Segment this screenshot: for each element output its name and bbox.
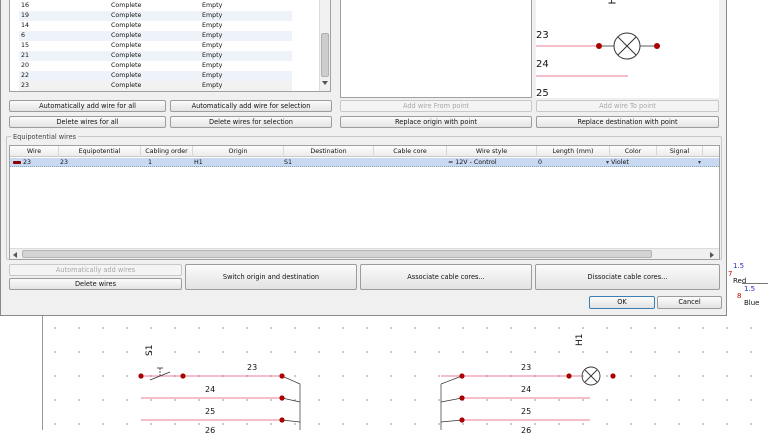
- list-item[interactable]: 22 Complete Empty: [19, 71, 292, 81]
- scrollbar-thumb[interactable]: [22, 250, 652, 258]
- schematic-wire-number: 25: [521, 407, 532, 416]
- list-item[interactable]: 15 Complete Empty: [19, 41, 292, 51]
- auto-add-wires-button[interactable]: Automatically add wires: [9, 264, 182, 276]
- column-header[interactable]: Wire style: [447, 146, 537, 157]
- schematic-wire-number: 25: [205, 407, 216, 416]
- scroll-left-arrow-icon[interactable]: [13, 252, 17, 258]
- origin-preview: [340, 0, 532, 98]
- left-component-label: S1: [145, 344, 155, 356]
- scroll-right-arrow-icon[interactable]: [710, 252, 714, 258]
- schematic-wiring: [138, 366, 616, 430]
- replace-destination-button[interactable]: Replace destination with point: [536, 116, 719, 128]
- cell-origin: H1: [194, 159, 203, 166]
- ok-button[interactable]: OK: [589, 296, 655, 309]
- add-to-point-button[interactable]: Add wire To point: [536, 100, 719, 112]
- side-wire-line: [742, 283, 768, 284]
- auto-add-all-button[interactable]: Automatically add wire for all: [9, 100, 166, 112]
- wire-editor-dialog: 16 Complete Empty 19 Complete Empty 14 Comple…: [0, 0, 727, 316]
- auto-add-selection-button[interactable]: Automatically add wire for selection: [170, 100, 332, 112]
- column-header[interactable]: Color: [610, 146, 657, 157]
- add-from-point-button[interactable]: Add wire From point: [340, 100, 532, 112]
- list-item[interactable]: 19 Complete Empty: [19, 11, 292, 21]
- list-item[interactable]: 21 Complete Empty: [19, 51, 292, 61]
- equipotential-group-label: Equipotential wires: [11, 133, 79, 141]
- wire-core-number: 7: [728, 270, 733, 278]
- cell-color[interactable]: Violet: [611, 158, 629, 167]
- preview-wire-number: 23: [536, 30, 549, 41]
- wire-core-number: 8: [737, 292, 742, 300]
- cell-length[interactable]: 0: [538, 158, 542, 167]
- column-header[interactable]: Cable core: [374, 146, 447, 157]
- list-item[interactable]: 14 Complete Empty: [19, 21, 292, 31]
- dissociate-cable-cores-button[interactable]: Dissociate cable cores...: [535, 264, 720, 290]
- column-header[interactable]: Destination: [284, 146, 374, 157]
- column-header[interactable]: Wire: [10, 146, 59, 157]
- schematic-wire-number: 24: [521, 385, 532, 394]
- destination-preview: H1 23 24 25: [536, 0, 719, 98]
- cell-cabling-order: 1: [148, 159, 153, 166]
- cancel-button[interactable]: Cancel: [657, 296, 722, 309]
- equipotential-table: Wire Equipotential Cabling order Origin …: [9, 145, 720, 260]
- scrollbar-thumb[interactable]: [321, 33, 329, 77]
- signal-dropdown-chevron-icon[interactable]: ▾: [698, 159, 701, 166]
- associate-cable-cores-button[interactable]: Associate cable cores...: [360, 264, 532, 290]
- schematic-wire-number: 23: [521, 363, 532, 372]
- wire-color-label: Blue: [744, 299, 760, 307]
- column-header[interactable]: Length (mm): [537, 146, 610, 157]
- preview-wire-number: 25: [536, 88, 549, 98]
- table-horizontal-scrollbar[interactable]: [10, 248, 719, 259]
- color-dropdown-chevron-icon[interactable]: ▾: [606, 159, 609, 166]
- wire-list-scrollbar[interactable]: [319, 0, 330, 91]
- schematic-wire-number: 24: [205, 385, 216, 394]
- list-item[interactable]: 20 Complete Empty: [19, 61, 292, 71]
- wire-list: 16 Complete Empty 19 Complete Empty 14 Comple…: [9, 0, 331, 92]
- scroll-down-arrow-icon[interactable]: [322, 81, 328, 85]
- delete-all-button[interactable]: Delete wires for all: [9, 116, 166, 128]
- delete-selection-button[interactable]: Delete wires for selection: [170, 116, 332, 128]
- wire-color-icon: [13, 161, 21, 164]
- replace-origin-button[interactable]: Replace origin with point: [340, 116, 532, 128]
- column-header[interactable]: Signal: [657, 146, 703, 157]
- list-item[interactable]: 23 Complete Empty: [19, 81, 292, 91]
- schematic-wire-number: 26: [521, 426, 532, 435]
- wire-size-label: 1.5: [733, 262, 745, 270]
- preview-wire-number: 24: [536, 59, 549, 70]
- lamp-symbol-icon: [536, 32, 660, 77]
- column-header[interactable]: Origin: [193, 146, 284, 157]
- schematic-wire-number: 23: [247, 363, 258, 372]
- cell-wire: 23: [23, 159, 32, 166]
- table-header: Wire Equipotential Cabling order Origin …: [10, 146, 719, 157]
- switch-origin-destination-button[interactable]: Switch origin and destination: [185, 264, 357, 290]
- cell-equipotential: 23: [60, 159, 69, 166]
- delete-wires-button[interactable]: Delete wires: [9, 278, 182, 290]
- right-component-label: H1: [575, 333, 585, 347]
- schematic-wire-number: 26: [205, 426, 216, 435]
- cell-destination: S1: [284, 159, 293, 166]
- cell-wire-style[interactable]: = 12V - Control: [448, 158, 497, 167]
- list-item[interactable]: 6 Complete Empty: [19, 31, 292, 41]
- column-header[interactable]: Cabling order: [141, 146, 193, 157]
- column-header[interactable]: Equipotential: [59, 146, 141, 157]
- list-item[interactable]: 16 Complete Empty: [19, 1, 292, 11]
- side-cable-annotations: 1.5 7 Red 1.5 8 Blue: [728, 262, 768, 312]
- wire-size-label: 1.5: [744, 285, 756, 293]
- table-row[interactable]: 23 23 1 H1 S1 = 12V - Control 0 Violet ▾…: [10, 158, 719, 167]
